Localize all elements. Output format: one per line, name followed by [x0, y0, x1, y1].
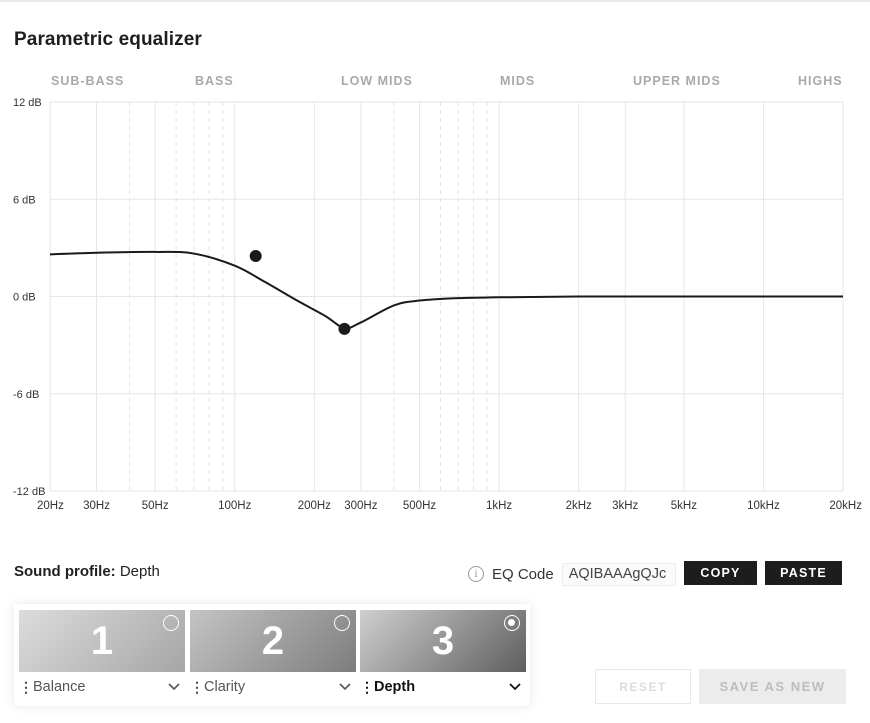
x-tick-label: 3kHz — [612, 500, 638, 512]
y-tick-label: 6 dB — [13, 194, 36, 206]
sound-profile: Sound profile: Depth — [14, 563, 160, 580]
x-tick-label: 5kHz — [671, 500, 697, 512]
preset-card-2[interactable]: 2 ⋮ Clarity — [190, 610, 356, 702]
drag-handle-icon[interactable]: ⋮ — [19, 680, 33, 694]
y-tick-label: -12 dB — [13, 486, 45, 498]
x-tick-label: 2kHz — [566, 500, 592, 512]
preset-swatch: 3 — [360, 610, 526, 672]
preset-bar: ⋮ Depth — [360, 674, 526, 700]
band-label-mids: MIDS — [500, 74, 536, 88]
x-tick-label: 10kHz — [747, 500, 780, 512]
eq-code-group: i EQ Code — [468, 562, 676, 586]
sound-profile-value: Depth — [119, 563, 160, 580]
preset-swatch: 1 — [19, 610, 185, 672]
eq-x-axis: 20Hz 30Hz 50Hz 100Hz 200Hz 300Hz 500Hz 1kHz 2kHz… — [37, 500, 862, 512]
x-tick-label: 500Hz — [403, 500, 436, 512]
radio-icon[interactable] — [163, 615, 179, 631]
x-tick-label: 100Hz — [218, 500, 251, 512]
x-tick-label: 200Hz — [298, 500, 331, 512]
y-tick-label: -6 dB — [13, 389, 39, 401]
preset-number: 3 — [431, 618, 455, 663]
preset-card-3[interactable]: 3 ⋮ Depth — [360, 610, 526, 702]
save-as-new-button[interactable]: SAVE AS NEW — [699, 669, 846, 704]
radio-icon[interactable] — [504, 615, 520, 631]
drag-handle-icon[interactable]: ⋮ — [360, 680, 374, 694]
preset-swatch: 2 — [190, 610, 356, 672]
info-icon[interactable]: i — [468, 566, 484, 582]
chevron-down-icon[interactable] — [163, 680, 185, 694]
radio-icon[interactable] — [334, 615, 350, 631]
copy-button[interactable]: COPY — [684, 561, 757, 585]
chevron-down-icon[interactable] — [334, 680, 356, 694]
band-label-sub-bass: SUB-BASS — [51, 74, 125, 88]
eq-control-point[interactable] — [249, 249, 262, 262]
eq-code-input[interactable] — [561, 562, 676, 586]
sound-profile-label: Sound profile: — [14, 563, 116, 580]
eq-control-point[interactable] — [338, 322, 351, 335]
band-label-upper-mids: UPPER MIDS — [633, 74, 721, 88]
paste-button[interactable]: PASTE — [765, 561, 842, 585]
eq-chart[interactable]: 12 dB 6 dB 0 dB -6 dB -12 dB 20Hz 30Hz 50Hz 100… — [0, 90, 870, 520]
band-label-highs: HIGHS — [798, 74, 843, 88]
preset-name: Clarity — [204, 679, 246, 695]
band-label-bass: BASS — [195, 74, 234, 88]
preset-selector: 1 ⋮ Balance 2 ⋮ Clarity 3 ⋮ Depth — [14, 604, 530, 706]
x-tick-label: 20Hz — [37, 500, 64, 512]
preset-card-1[interactable]: 1 ⋮ Balance — [19, 610, 185, 702]
band-label-low-mids: LOW MIDS — [341, 74, 413, 88]
x-tick-label: 30Hz — [83, 500, 110, 512]
preset-bar: ⋮ Clarity — [190, 674, 356, 700]
eq-code-label: EQ Code — [492, 565, 554, 583]
reset-button[interactable]: RESET — [595, 669, 691, 704]
chevron-down-icon[interactable] — [504, 680, 526, 694]
preset-name: Depth — [374, 679, 416, 695]
eq-y-axis: 12 dB 6 dB 0 dB -6 dB -12 dB — [13, 97, 45, 498]
preset-name: Balance — [33, 679, 86, 695]
x-tick-label: 300Hz — [344, 500, 377, 512]
preset-number: 1 — [90, 618, 114, 663]
y-tick-label: 12 dB — [13, 97, 42, 109]
preset-bar: ⋮ Balance — [19, 674, 185, 700]
x-tick-label: 50Hz — [142, 500, 169, 512]
top-divider — [0, 0, 870, 2]
x-tick-label: 1kHz — [486, 500, 512, 512]
x-tick-label: 20kHz — [829, 500, 862, 512]
y-tick-label: 0 dB — [13, 292, 36, 304]
eq-response-curve — [49, 250, 843, 330]
drag-handle-icon[interactable]: ⋮ — [190, 680, 204, 694]
preset-number: 2 — [261, 618, 285, 663]
page-title: Parametric equalizer — [14, 29, 202, 50]
